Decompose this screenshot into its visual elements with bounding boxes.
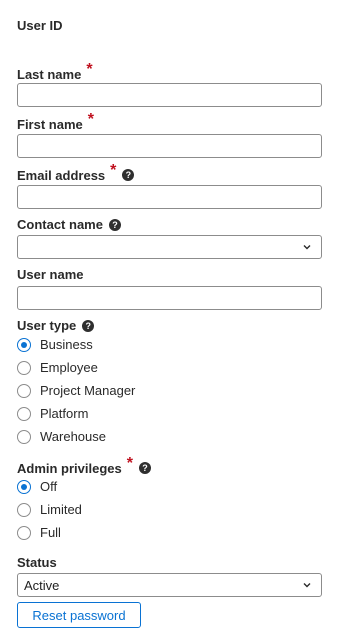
option-label: Off bbox=[40, 479, 58, 494]
option-label: Limited bbox=[40, 502, 82, 517]
chevron-down-icon bbox=[303, 583, 311, 588]
contact-name-label: Contact name ? bbox=[17, 217, 121, 232]
radio-dot bbox=[21, 483, 27, 490]
status-select[interactable]: Active bbox=[17, 573, 322, 597]
required-marker: * bbox=[87, 111, 94, 128]
contact-name-select[interactable] bbox=[17, 235, 322, 259]
required-marker: * bbox=[86, 61, 93, 78]
first-name-label: First name * bbox=[17, 111, 94, 132]
option-label: Employee bbox=[40, 360, 98, 375]
admin-privileges-label: Admin privileges * ? bbox=[17, 455, 151, 477]
status-value: Active bbox=[24, 577, 60, 593]
last-name-label: Last name * bbox=[17, 61, 93, 82]
email-label: Email address * ? bbox=[17, 162, 135, 184]
option-label: Platform bbox=[40, 406, 89, 421]
admin-option-off[interactable]: Off bbox=[17, 479, 57, 494]
user-type-option-employee[interactable]: Employee bbox=[17, 360, 98, 375]
admin-option-limited[interactable]: Limited bbox=[17, 502, 82, 517]
radio-button[interactable] bbox=[17, 360, 31, 375]
radio-button[interactable] bbox=[17, 525, 31, 540]
help-circle-icon[interactable]: ? bbox=[82, 319, 95, 332]
first-name-input[interactable] bbox=[17, 134, 322, 158]
last-name-input[interactable] bbox=[17, 83, 322, 107]
radio-button[interactable] bbox=[17, 502, 31, 517]
radio-button[interactable] bbox=[17, 337, 31, 352]
radio-button[interactable] bbox=[17, 429, 31, 444]
radio-dot bbox=[21, 341, 27, 348]
user-type-option-warehouse[interactable]: Warehouse bbox=[17, 429, 106, 444]
help-circle-icon[interactable]: ? bbox=[108, 218, 121, 231]
user-id-label: User ID bbox=[17, 18, 63, 33]
user-type-option-business[interactable]: Business bbox=[17, 337, 93, 352]
option-label: Business bbox=[40, 337, 93, 352]
chevron-down-icon bbox=[303, 245, 311, 250]
required-marker: * bbox=[126, 455, 133, 472]
status-label: Status bbox=[17, 555, 57, 570]
option-label: Full bbox=[40, 525, 61, 540]
radio-button[interactable] bbox=[17, 479, 31, 494]
option-label: Project Manager bbox=[40, 383, 136, 398]
help-circle-icon[interactable]: ? bbox=[138, 462, 151, 474]
user-type-label: User type ? bbox=[17, 318, 95, 333]
user-name-label: User name bbox=[17, 267, 84, 282]
admin-option-full[interactable]: Full bbox=[17, 525, 61, 540]
required-marker: * bbox=[110, 162, 117, 179]
option-label: Warehouse bbox=[40, 429, 106, 444]
reset-password-button[interactable]: Reset password bbox=[17, 602, 141, 628]
user-type-option-platform[interactable]: Platform bbox=[17, 406, 88, 421]
radio-button[interactable] bbox=[17, 406, 31, 421]
help-circle-icon[interactable]: ? bbox=[122, 169, 135, 181]
email-input[interactable] bbox=[17, 185, 322, 209]
radio-button[interactable] bbox=[17, 383, 31, 398]
user-name-input[interactable] bbox=[17, 286, 322, 310]
user-type-option-project-manager[interactable]: Project Manager bbox=[17, 383, 135, 398]
